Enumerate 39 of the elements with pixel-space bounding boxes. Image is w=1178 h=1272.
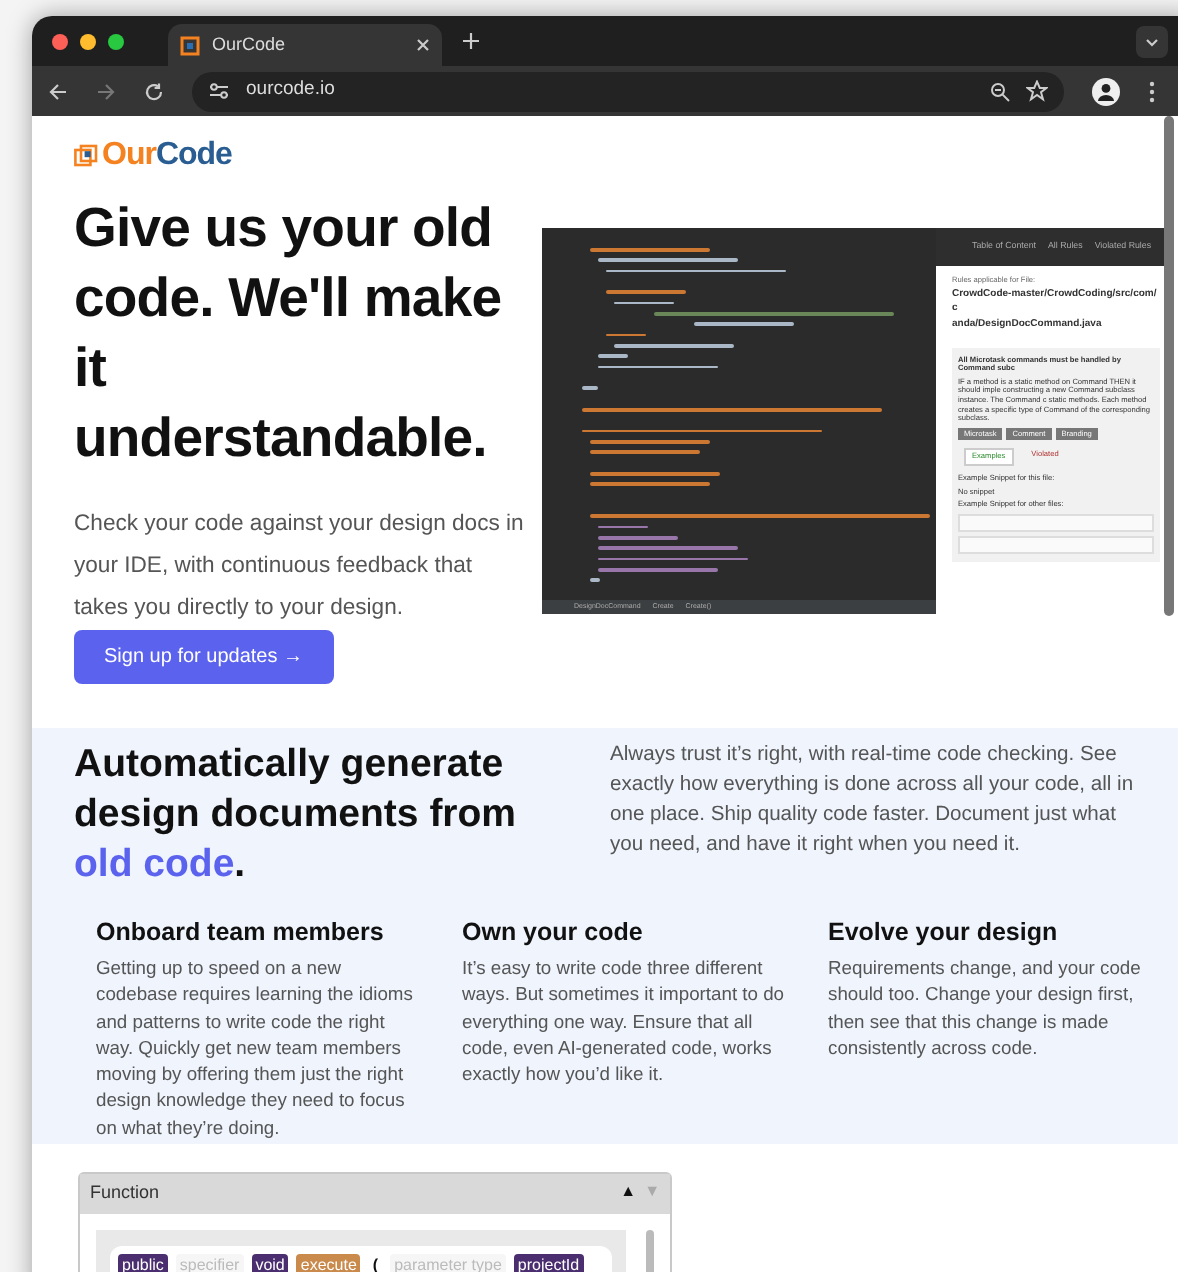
new-tab-icon[interactable] xyxy=(462,32,480,50)
star-icon[interactable] xyxy=(1026,80,1048,102)
tab-title: OurCode xyxy=(212,31,288,58)
code-token[interactable]: public xyxy=(118,1253,168,1272)
chevron-down-icon[interactable] xyxy=(1136,25,1168,57)
section-heading: Automatically generate design documents from old code. xyxy=(74,740,519,890)
logo-icon xyxy=(74,144,98,168)
logo-wordmark[interactable]: OurCode xyxy=(102,132,232,180)
zoom-out-icon[interactable] xyxy=(990,81,1010,101)
panel-title: Function xyxy=(90,1180,160,1207)
code-token[interactable]: projectId xyxy=(513,1253,584,1272)
column-heading: Own your code xyxy=(462,918,645,948)
close-icon[interactable] xyxy=(416,38,430,52)
column-text: It’s easy to write code three different ways. But sometimes it important to do everything one way. Ensure that all code, even AI-generated code, works exactly how you’d like it. xyxy=(462,954,784,1087)
code-token[interactable]: ( xyxy=(368,1253,383,1272)
collapse-arrow[interactable]: ▲ xyxy=(620,1180,637,1208)
minimize-window-icon[interactable] xyxy=(80,33,96,49)
url-text: ourcode.io xyxy=(246,76,337,105)
address-bar[interactable]: ourcode.io xyxy=(192,71,1064,111)
maximize-window-icon[interactable] xyxy=(108,33,124,49)
hero-heading: Give us your old code. We'll make it understandable. xyxy=(74,194,504,472)
profile-icon[interactable] xyxy=(1092,77,1120,105)
menu-icon[interactable] xyxy=(1148,79,1156,103)
column-heading: Evolve your design xyxy=(828,918,1060,948)
section-description: Always trust it’s right, with real-time code checking. See exactly how everything is done across all your code, all in one place. Ship quality code faster. Document just what you need, and have it right when you need it. xyxy=(610,742,1136,860)
close-window-icon[interactable] xyxy=(52,33,68,49)
column-text: Getting up to speed on a new codebase requires learning the idioms and patterns to write code the right way. Quickly get new team members moving by offering them just the right design knowledge they need to focus on what they’re doing. xyxy=(96,954,415,1141)
hero-description: Check your code against your design docs in your IDE, with continuous feedback that takes you directly to your design. xyxy=(74,510,526,624)
back-arrow-icon[interactable] xyxy=(48,81,68,101)
browser-tab[interactable]: OurCode xyxy=(168,24,442,66)
sign-up-button[interactable]: Sign up for updates → xyxy=(74,630,334,684)
site-favicon-icon xyxy=(180,35,200,55)
column-text: Requirements change, and your code should too. Change your design first, then see that this change is made consistently across code. xyxy=(828,954,1143,1061)
code-token[interactable]: void xyxy=(251,1253,289,1272)
reload-icon[interactable] xyxy=(144,81,164,101)
scrollbar-thumb[interactable] xyxy=(1164,116,1174,616)
forward-arrow-icon[interactable] xyxy=(96,81,116,101)
column-heading: Onboard team members xyxy=(96,918,386,948)
site-settings-icon[interactable] xyxy=(208,82,230,100)
